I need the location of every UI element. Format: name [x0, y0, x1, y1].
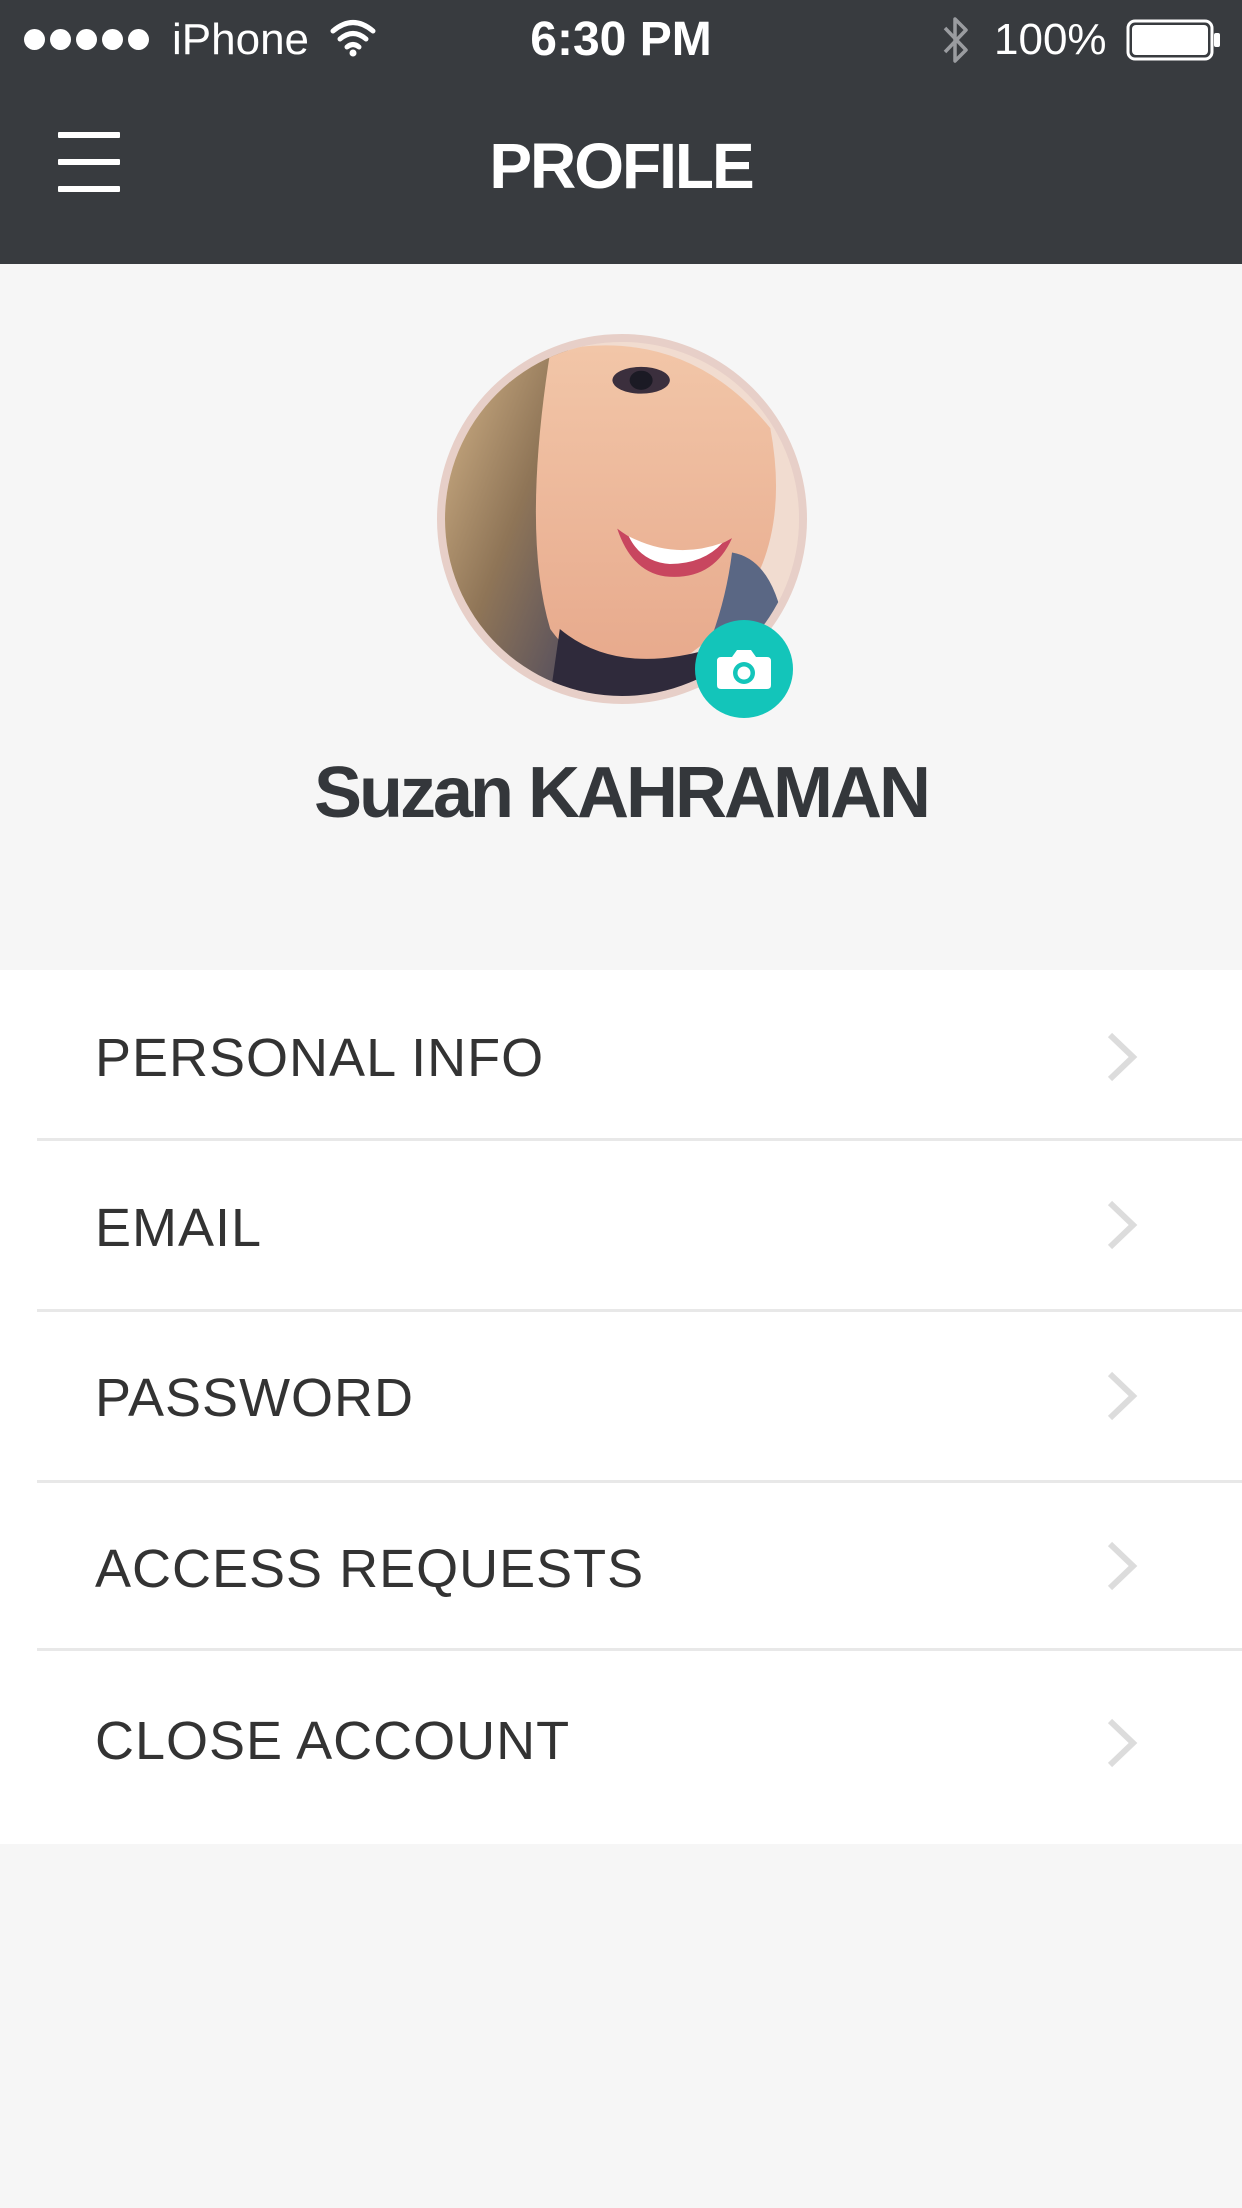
camera-icon: [717, 650, 771, 689]
menu-item-label: ACCESS REQUESTS: [95, 1539, 645, 1599]
menu-item-email[interactable]: EMAIL: [0, 1141, 1242, 1312]
chevron-right-icon: [1107, 1541, 1138, 1591]
user-name: Suzan KAHRAMAN: [314, 753, 931, 833]
chevron-right-icon: [1107, 1200, 1138, 1250]
bluetooth-icon: [943, 17, 968, 63]
menu-item-label: CLOSE ACCOUNT: [95, 1711, 571, 1771]
chevron-right-icon: [1107, 1371, 1138, 1421]
menu-item-label: EMAIL: [95, 1198, 263, 1258]
menu-item-personal-info[interactable]: PERSONAL INFO: [0, 970, 1242, 1141]
menu-item-password[interactable]: PASSWORD: [0, 1312, 1242, 1483]
battery-icon: [1126, 19, 1220, 61]
chevron-right-icon: [1107, 1718, 1138, 1768]
menu-item-label: PERSONAL INFO: [95, 1028, 545, 1088]
menu-item-label: PASSWORD: [95, 1368, 415, 1428]
change-photo-button[interactable]: [695, 620, 793, 718]
battery-percentage: 100%: [994, 15, 1107, 64]
status-bar: iPhone 6:30 PM 100%: [0, 0, 1242, 80]
menu-item-close-account[interactable]: CLOSE ACCOUNT: [0, 1651, 1242, 1844]
page-title: PROFILE: [489, 130, 754, 202]
top-bar: iPhone 6:30 PM 100% PROFILE: [0, 0, 1242, 264]
menu-item-access-requests[interactable]: ACCESS REQUESTS: [0, 1483, 1242, 1651]
avatar-container: [437, 334, 807, 718]
profile-menu: PERSONAL INFO EMAIL PASSWORD ACCESS REQU…: [0, 970, 1242, 1844]
chevron-right-icon: [1107, 1032, 1138, 1082]
